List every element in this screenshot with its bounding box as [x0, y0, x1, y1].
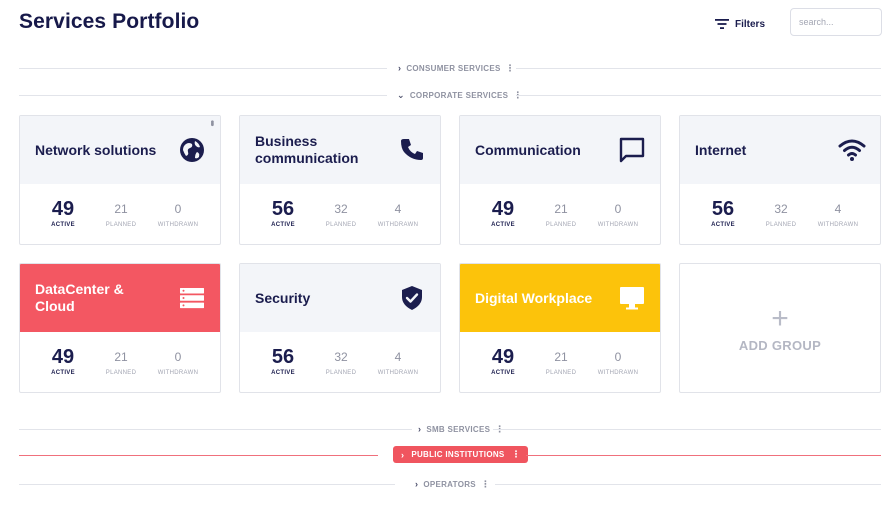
more-icon[interactable]: ••• — [206, 120, 217, 125]
chevron-right-icon: › — [415, 479, 419, 489]
globe-icon — [180, 138, 204, 162]
card-title: DataCenter & Cloud — [35, 281, 124, 314]
withdrawn-count: 4 WITHDRAWN — [377, 350, 419, 376]
filters-label: Filters — [735, 18, 766, 30]
planned-count: 32 PLANNED — [325, 350, 357, 376]
phone-icon — [401, 139, 423, 160]
section-label: CORPORATE SERVICES — [409, 90, 509, 100]
withdrawn-count: 4 WITHDRAWN — [817, 202, 859, 228]
search-input[interactable] — [790, 8, 882, 36]
section-label: OPERATORS — [423, 479, 476, 489]
chat-icon — [619, 137, 645, 163]
plus-icon: + — [771, 301, 789, 335]
section-consumer-services[interactable]: › CONSUMER SERVICES ⋮ — [19, 61, 881, 75]
service-card-internet[interactable]: Internet 56 ACTIVE 32 PLANNED 4 WITHDRAWN — [679, 115, 881, 245]
chevron-down-icon: ⌄ — [397, 89, 405, 100]
service-card-datacenter-cloud[interactable]: DataCenter & Cloud 49 ACTIVE 21 PLANNED 0W… — [19, 263, 221, 393]
section-operators[interactable]: › OPERATORS ⋮ — [19, 477, 881, 491]
server-icon — [180, 288, 204, 309]
service-card-security[interactable]: Security 56 ACTIVE 32 PLANNED 4 WITHDRAWN — [239, 263, 441, 393]
card-title: Communication — [475, 141, 581, 158]
section-public-institutions[interactable]: › PUBLIC INSTITUTIONS ⋮ — [19, 446, 881, 463]
section-pill[interactable]: › PUBLIC INSTITUTIONS ⋮ — [393, 446, 528, 463]
chevron-right-icon: › — [401, 449, 405, 460]
more-icon[interactable]: ⋮ — [512, 449, 521, 460]
active-count: 56 ACTIVE — [271, 346, 295, 376]
planned-count: 32 PLANNED — [325, 202, 357, 228]
section-label: CONSUMER SERVICES — [406, 63, 501, 73]
withdrawn-count: 0 WITHDRAWN — [157, 202, 199, 228]
card-title: Security — [255, 289, 311, 306]
chevron-right-icon: › — [418, 424, 422, 434]
planned-count: 21 PLANNED — [545, 350, 577, 376]
active-count: 49 ACTIVE — [491, 346, 515, 376]
wifi-icon — [838, 139, 866, 161]
planned-count: 21 PLANNED — [105, 350, 137, 376]
chevron-right-icon: › — [398, 63, 402, 73]
withdrawn-count: 0 WITHDRAWN — [597, 350, 639, 376]
filter-icon — [715, 19, 729, 29]
page-title: Services Portfolio — [19, 10, 200, 33]
add-group-label: ADD GROUP — [738, 337, 822, 353]
service-card-digital-workplace[interactable]: Digital Workplace 49 ACTIVE 21 PLANNED 0 WI… — [459, 263, 661, 393]
card-title: Business communication — [255, 133, 359, 166]
card-title: Network solutions — [35, 141, 157, 158]
active-count: 49 ACTIVE — [51, 198, 75, 228]
section-label: PUBLIC INSTITUTIONS — [411, 450, 505, 459]
add-group-button[interactable]: + ADD GROUP — [679, 263, 881, 393]
more-icon[interactable]: ⋮ — [506, 63, 515, 74]
active-count: 56 ACTIVE — [271, 198, 295, 228]
more-icon[interactable]: ⋮ — [481, 479, 490, 490]
active-count: 49 ACTIVE — [491, 198, 515, 228]
monitor-icon — [620, 287, 644, 310]
service-card-business-communication[interactable]: Business communication 56 ACTIVE 32 PLANNE… — [239, 115, 441, 245]
active-count: 56 ACTIVE — [711, 198, 735, 228]
shield-check-icon — [402, 286, 422, 310]
card-title: Digital Workplace — [475, 289, 593, 306]
filters-button[interactable]: Filters — [715, 15, 765, 33]
service-card-network-solutions[interactable]: Network solutions ••• 49 ACTIVE 21 PLANNED… — [19, 115, 221, 245]
active-count: 49 ACTIVE — [51, 346, 75, 376]
planned-count: 21 PLANNED — [105, 202, 137, 228]
card-title: Internet — [695, 141, 747, 158]
planned-count: 32 PLANNED — [765, 202, 797, 228]
section-corporate-services[interactable]: ⌄ CORPORATE SERVICES ⋮ — [19, 88, 881, 102]
section-label: SMB SERVICES — [426, 424, 491, 434]
withdrawn-count: 0 WITHDRAWN — [157, 350, 199, 376]
planned-count: 21 PLANNED — [545, 202, 577, 228]
service-card-communication[interactable]: Communication 49 ACTIVE 21 PLANNED 0 WITHDR… — [459, 115, 661, 245]
section-smb-services[interactable]: › SMB SERVICES ⋮ — [19, 422, 881, 436]
withdrawn-count: 0 WITHDRAWN — [597, 202, 639, 228]
withdrawn-count: 4 WITHDRAWN — [377, 202, 419, 228]
